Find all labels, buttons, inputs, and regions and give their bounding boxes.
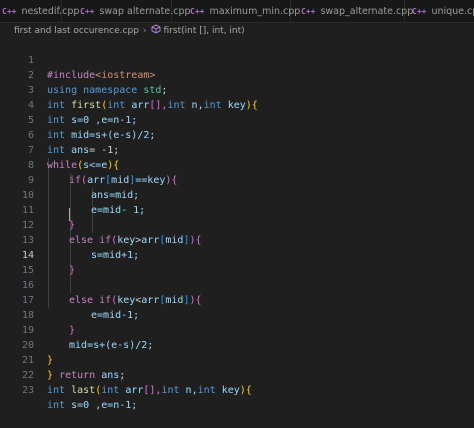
code-line: 19 mid=s+(e-s)/2; xyxy=(0,308,474,351)
code-token: ,e=n-1; xyxy=(95,400,138,411)
tab-label: nestedif.cpp xyxy=(21,5,80,17)
code-line: 7 while(s<=e){ xyxy=(0,128,474,171)
code-line: 20 } xyxy=(0,323,474,366)
code-token: key xyxy=(221,385,240,396)
tab-unique[interactable]: C++ unique.cpp xyxy=(408,0,474,22)
code-token: arr xyxy=(125,385,144,396)
code-line: 17 e=mid-1; xyxy=(0,278,474,321)
text-cursor xyxy=(69,208,70,221)
code-line: 23 int s=0 ,e=n-1; xyxy=(0,368,474,411)
code-token: int xyxy=(161,385,180,396)
code-editor[interactable]: 1 #include<iostream> 2 using namespace s… xyxy=(0,38,474,411)
cpp-file-icon: C++ xyxy=(301,6,316,16)
tab-label: unique.cpp xyxy=(431,5,474,17)
code-token: { xyxy=(245,385,252,396)
code-line: 18 } xyxy=(0,293,474,336)
code-line: 4 int s=0 ,e=n-1; xyxy=(0,83,474,126)
code-line: 13 s=mid+1; xyxy=(0,218,474,261)
code-line: 12 else if(key>arr[mid]){ xyxy=(0,203,474,246)
tab-nestedif[interactable]: C++ nestedif.cpp xyxy=(0,0,79,22)
code-line: 10 e=mid- 1; xyxy=(0,173,474,216)
code-line: 1 #include<iostream> xyxy=(0,38,474,81)
code-token: int xyxy=(47,400,66,411)
code-token: int xyxy=(47,385,66,396)
tab-label: swap_alternate.cpp xyxy=(320,5,414,17)
tab-maximum-min[interactable]: C++ maximum_min.cpp xyxy=(186,0,300,22)
code-line: 5 int mid=s+(e-s)/2; xyxy=(0,98,474,141)
cpp-file-icon: C++ xyxy=(412,6,427,16)
code-token: [], xyxy=(143,385,162,396)
tab-swap-alternate[interactable]: C++ swap alternate.cpp xyxy=(76,0,191,22)
code-line: 9 ans=mid; xyxy=(0,158,474,201)
cpp-file-icon: C++ xyxy=(80,6,95,16)
code-token: int xyxy=(101,385,120,396)
breadcrumb: first and last occurence.cpp › first(int… xyxy=(0,23,474,38)
code-line: 8 if(arr[mid]==key){ xyxy=(0,143,474,186)
code-line: 11 } xyxy=(0,188,474,231)
cpp-file-icon: C++ xyxy=(190,6,205,16)
code-line: 6 int ans= -1; xyxy=(0,113,474,156)
code-token: int xyxy=(197,385,216,396)
symbol-method-icon xyxy=(151,24,161,37)
code-line: 2 using namespace std; xyxy=(0,53,474,96)
tab-label: swap alternate.cpp xyxy=(99,5,191,17)
breadcrumb-file[interactable]: first and last occurence.cpp xyxy=(14,26,139,36)
cpp-file-icon: C++ xyxy=(2,6,17,16)
breadcrumb-symbol[interactable]: first(int [], int, int) xyxy=(164,26,245,36)
code-line: 15 xyxy=(0,248,474,276)
line-number: 23 xyxy=(21,385,34,396)
code-token: last xyxy=(71,385,96,396)
code-token: s=0 xyxy=(71,400,90,411)
breadcrumb-separator: › xyxy=(142,25,147,36)
tab-swap-alternate-underscore[interactable]: C++ swap_alternate.cpp xyxy=(297,0,413,22)
tab-label: maximum_min.cpp xyxy=(209,5,301,17)
code-line: 16 else if(key<arr[mid]){ xyxy=(0,263,474,306)
code-line: 3 int first(int arr[],int n,int key){ xyxy=(0,68,474,111)
code-line: 22 int last(int arr[],int n,int key){ xyxy=(0,353,474,396)
code-line: 14 } xyxy=(0,233,474,276)
editor-tab-bar: C++ nestedif.cpp C++ swap alternate.cpp … xyxy=(0,0,474,23)
code-line: 21 } return ans; xyxy=(0,338,474,381)
